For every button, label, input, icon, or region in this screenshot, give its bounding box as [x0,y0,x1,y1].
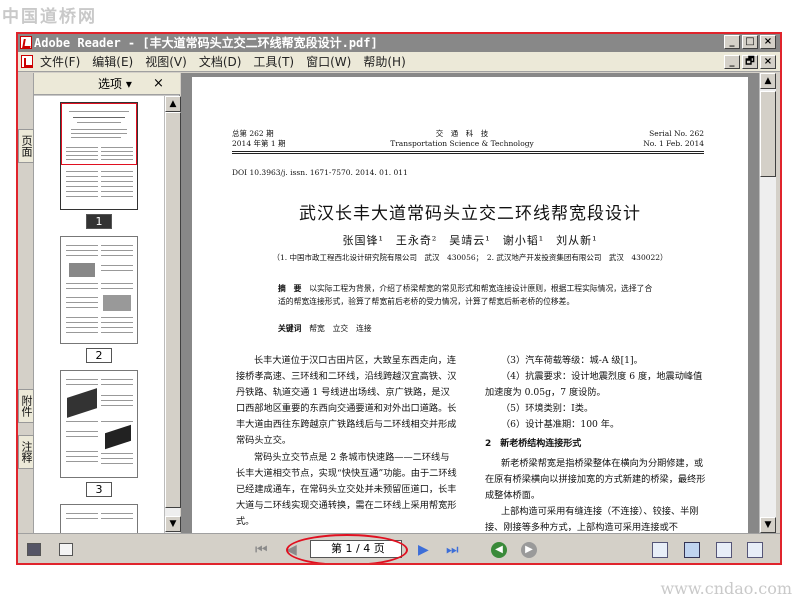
abstract: 摘 要 以实际工程为背景，介绍了桥梁帮宽的常见形式和帮宽连接设计原则，根据工程实… [278,282,658,308]
keywords-text: 帮宽 立交 连接 [309,324,372,333]
thumbnail-scrollbar[interactable]: ▲ ▼ [164,96,181,533]
issue-date: No. 1 Feb. 2014 [643,139,704,148]
header-rule [232,151,704,154]
scroll-up-arrow-icon[interactable]: ▲ [165,96,181,112]
document-scrollbar[interactable]: ▲ ▼ [759,73,776,533]
list-item: （6）设计基准期：100 年。 [501,419,620,431]
section-heading: 2 新老桥结构连接形式 [485,439,582,450]
watermark-bottom: www.cndao.com [660,579,792,598]
journal-name-cn: 交 通 科 技 [435,129,489,138]
tab-comments[interactable]: 注释 [18,435,34,469]
scroll-down-arrow-icon[interactable]: ▼ [760,517,776,533]
list-item: （5）环境类别：Ⅰ类。 [501,403,594,415]
next-page-button[interactable]: ▶ [418,542,429,558]
page-thumbnail-2[interactable] [60,236,138,344]
list-item: （4）抗震要求：设计地震烈度 6 度，地震动峰值加速度为 0.05g，7 度设防… [485,371,703,399]
document-scrollbar-thumb[interactable] [760,91,776,177]
title-bar: Adobe Reader - [丰大道常码头立交二环线帮宽段设计.pdf] _ … [18,34,780,52]
page-layout-icon[interactable] [27,543,41,556]
close-panel-icon[interactable]: × [153,73,164,95]
authors: 张国锋¹ 王永奇² 吴靖云¹ 谢小韬¹ 刘从新¹ [342,234,598,247]
go-forward-button[interactable]: ▶ [521,542,537,558]
article-title: 武汉长丰大道常码头立交二环线帮宽段设计 [299,204,641,224]
document-icon[interactable] [21,55,33,68]
menu-window[interactable]: 窗口(W) [300,52,357,72]
pages-panel: 选项 ▾ × 1 2 3 ▲ ▼ [34,73,181,533]
status-bar: ⏮ ◀ 第 1 / 4 页 ▶ ⏭ ◀ ▶ [18,533,780,563]
document-window-controls: _ 🗗 × [724,55,776,69]
first-page-button[interactable]: ⏮ [255,542,268,558]
single-page-view-icon[interactable] [652,542,668,558]
menu-help[interactable]: 帮助(H) [357,52,411,72]
tab-attachments[interactable]: 附件 [18,389,34,423]
scroll-down-arrow-icon[interactable]: ▼ [165,516,181,532]
menu-file[interactable]: 文件(F) [40,52,86,72]
journal-name: 交 通 科 技 Transportation Science & Technol… [382,129,542,149]
document-view[interactable]: 总第 262 期 2014 年第 1 期 交 通 科 技 Transportat… [181,73,759,533]
page-thumbnail-3[interactable] [60,370,138,478]
options-label: 选项 [98,77,123,91]
paragraph: 长丰大道位于汉口古田片区，大致呈东西走向，连接桥孝高速、三环线和二环线，沿线跨越… [236,355,457,447]
window-controls: _ □ × [724,35,776,49]
doc-minimize-button[interactable]: _ [724,55,740,69]
close-button[interactable]: × [760,35,776,49]
window-title: Adobe Reader - [丰大道常码头立交二环线帮宽段设计.pdf] [34,36,378,50]
continuous-facing-view-icon[interactable] [747,542,763,558]
menu-bar: 文件(F) 编辑(E) 视图(V) 文档(D) 工具(T) 窗口(W) 帮助(H… [18,52,780,72]
thumbnail-list: 1 2 3 [34,96,164,533]
acrobat-app-icon [20,36,32,49]
journal-issue: 总第 262 期 2014 年第 1 期 [232,129,286,149]
doc-close-button[interactable]: × [760,55,776,69]
last-page-button[interactable]: ⏭ [446,542,459,558]
options-menu[interactable]: 选项 ▾ [98,73,132,95]
menu-document[interactable]: 文档(D) [193,52,248,72]
navigation-tabs: 页面 附件 注释 [18,73,34,533]
journal-serial: Serial No. 262 No. 1 Feb. 2014 [612,129,704,149]
go-back-button[interactable]: ◀ [491,542,507,558]
thumbnail-label-1: 1 [86,214,112,229]
body-column-left: 长丰大道位于汉口古田片区，大致呈东西走向，连接桥孝高速、三环线和二环线，沿线跨越… [236,353,458,530]
abstract-label: 摘 要 [278,284,302,293]
serial-number: Serial No. 262 [649,129,704,138]
keywords-label: 关键词 [278,324,302,333]
thumbnail-label-3: 3 [86,482,112,497]
paragraph: 新老桥梁帮宽是指桥梁整体在横向为分期修建，或在原有桥梁横向以拼接加宽的方式新建的… [485,457,706,501]
list-item: （3）汽车荷载等级：城-A 级[1]。 [501,355,643,366]
continuous-view-icon[interactable] [684,542,700,558]
menu-view[interactable]: 视图(V) [139,52,193,72]
paragraph: 常码头立交节点是 2 条城市快速路——二环线与长丰大道相交节点，实现“快快互通”… [236,451,457,527]
keywords: 关键词 帮宽 立交 连接 [278,323,658,334]
menu-tools[interactable]: 工具(T) [247,52,300,72]
abstract-text: 以实际工程为背景，介绍了桥梁帮宽的常见形式和帮宽连接设计原则，根据工程实际情况，… [278,284,653,306]
tab-pages[interactable]: 页面 [18,129,34,163]
minimize-button[interactable]: _ [724,35,740,49]
pages-panel-header: 选项 ▾ × [34,73,180,95]
thumbnail-label-2: 2 [86,348,112,363]
body-column-right: （3）汽车荷载等级：城-A 级[1]。 （4）抗震要求：设计地震烈度 6 度，地… [485,353,707,533]
affiliation: （1. 中国市政工程西北设计研究院有限公司 武汉 430056； 2. 武汉地产… [272,253,668,262]
menu-edit[interactable]: 编辑(E) [86,52,139,72]
chevron-down-icon: ▾ [125,77,132,91]
pdf-page: 总第 262 期 2014 年第 1 期 交 通 科 技 Transportat… [192,77,748,533]
watermark-top: 中国道桥网 [2,7,97,27]
paragraph: 上部构造可采用有缝连接（不连接）、铰接、半刚接、刚接等多种方式，上部构造可采用连… [485,505,699,533]
scroll-up-arrow-icon[interactable]: ▲ [760,73,776,89]
page-info-icon[interactable] [59,543,73,556]
doi: DOI 10.3963/j. issn. 1671-7570. 2014. 01… [232,168,408,177]
page-thumbnail-1[interactable] [60,102,138,210]
thumbnail-scrollbar-thumb[interactable] [165,112,181,508]
page-number-highlight [286,534,408,563]
facing-view-icon[interactable] [716,542,732,558]
issue-number: 2014 年第 1 期 [232,139,286,148]
journal-name-en: Transportation Science & Technology [390,139,534,148]
doc-restore-button[interactable]: 🗗 [742,55,758,69]
adobe-reader-window: Adobe Reader - [丰大道常码头立交二环线帮宽段设计.pdf] _ … [16,32,782,565]
page-thumbnail-4[interactable] [60,504,138,533]
maximize-button[interactable]: □ [742,35,758,49]
visible-area-indicator[interactable] [61,103,137,165]
issue-total: 总第 262 期 [232,129,274,138]
